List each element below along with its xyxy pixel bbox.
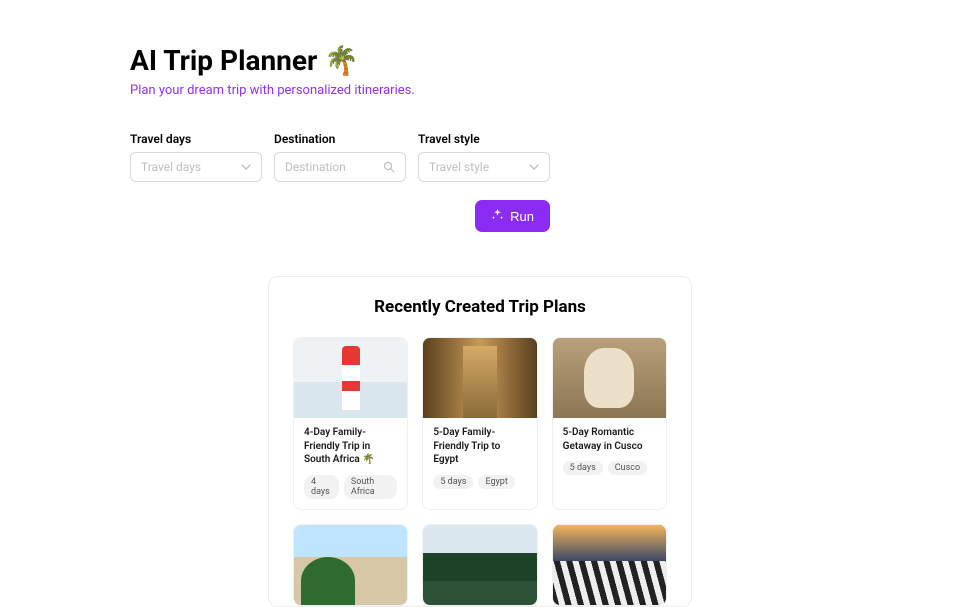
destination-input[interactable]: Destination	[274, 152, 406, 182]
trip-form: Travel days Travel days Destination Dest…	[130, 132, 830, 182]
page-subtitle: Plan your dream trip with personalized i…	[130, 83, 830, 98]
trip-thumbnail	[553, 525, 666, 605]
search-icon	[383, 158, 395, 177]
travel-style-label: Travel style	[418, 132, 550, 146]
place-tag: Egypt	[478, 475, 514, 489]
trip-card[interactable]	[422, 524, 537, 606]
trip-thumbnail	[553, 338, 666, 418]
chevron-down-icon	[241, 162, 251, 172]
trip-card[interactable]	[293, 524, 408, 606]
destination-label: Destination	[274, 132, 406, 146]
trip-thumbnail	[423, 525, 536, 605]
place-tag: South Africa	[344, 475, 397, 499]
travel-days-placeholder: Travel days	[141, 160, 241, 174]
trip-card-title: 5-Day Romantic Getaway in Cusco	[563, 426, 656, 453]
trip-card[interactable]: 5-Day Romantic Getaway in Cusco 5 days C…	[552, 337, 667, 510]
travel-days-select[interactable]: Travel days	[130, 152, 262, 182]
place-tag: Cusco	[608, 461, 647, 475]
run-button-label: Run	[510, 209, 534, 224]
trip-thumbnail	[294, 338, 407, 418]
days-tag: 5 days	[563, 461, 603, 475]
trip-card[interactable]: 4-Day Family-Friendly Trip in South Afri…	[293, 337, 408, 510]
travel-days-label: Travel days	[130, 132, 262, 146]
recent-trips-title: Recently Created Trip Plans	[293, 297, 667, 317]
chevron-down-icon	[529, 162, 539, 172]
sparkle-icon	[491, 208, 504, 224]
recent-trips-panel: Recently Created Trip Plans 4-Day Family…	[268, 276, 692, 607]
trip-thumbnail	[294, 525, 407, 605]
trip-card[interactable]: 5-Day Family-Friendly Trip to Egypt 5 da…	[422, 337, 537, 510]
travel-style-select[interactable]: Travel style	[418, 152, 550, 182]
trip-card[interactable]	[552, 524, 667, 606]
run-button[interactable]: Run	[475, 200, 550, 232]
trip-card-title: 4-Day Family-Friendly Trip in South Afri…	[304, 426, 397, 467]
travel-style-placeholder: Travel style	[429, 160, 529, 174]
days-tag: 4 days	[304, 475, 339, 499]
days-tag: 5 days	[433, 475, 473, 489]
trip-thumbnail	[423, 338, 536, 418]
trip-card-title: 5-Day Family-Friendly Trip to Egypt	[433, 426, 526, 467]
page-title: AI Trip Planner 🌴	[130, 44, 830, 77]
destination-placeholder: Destination	[285, 160, 383, 174]
